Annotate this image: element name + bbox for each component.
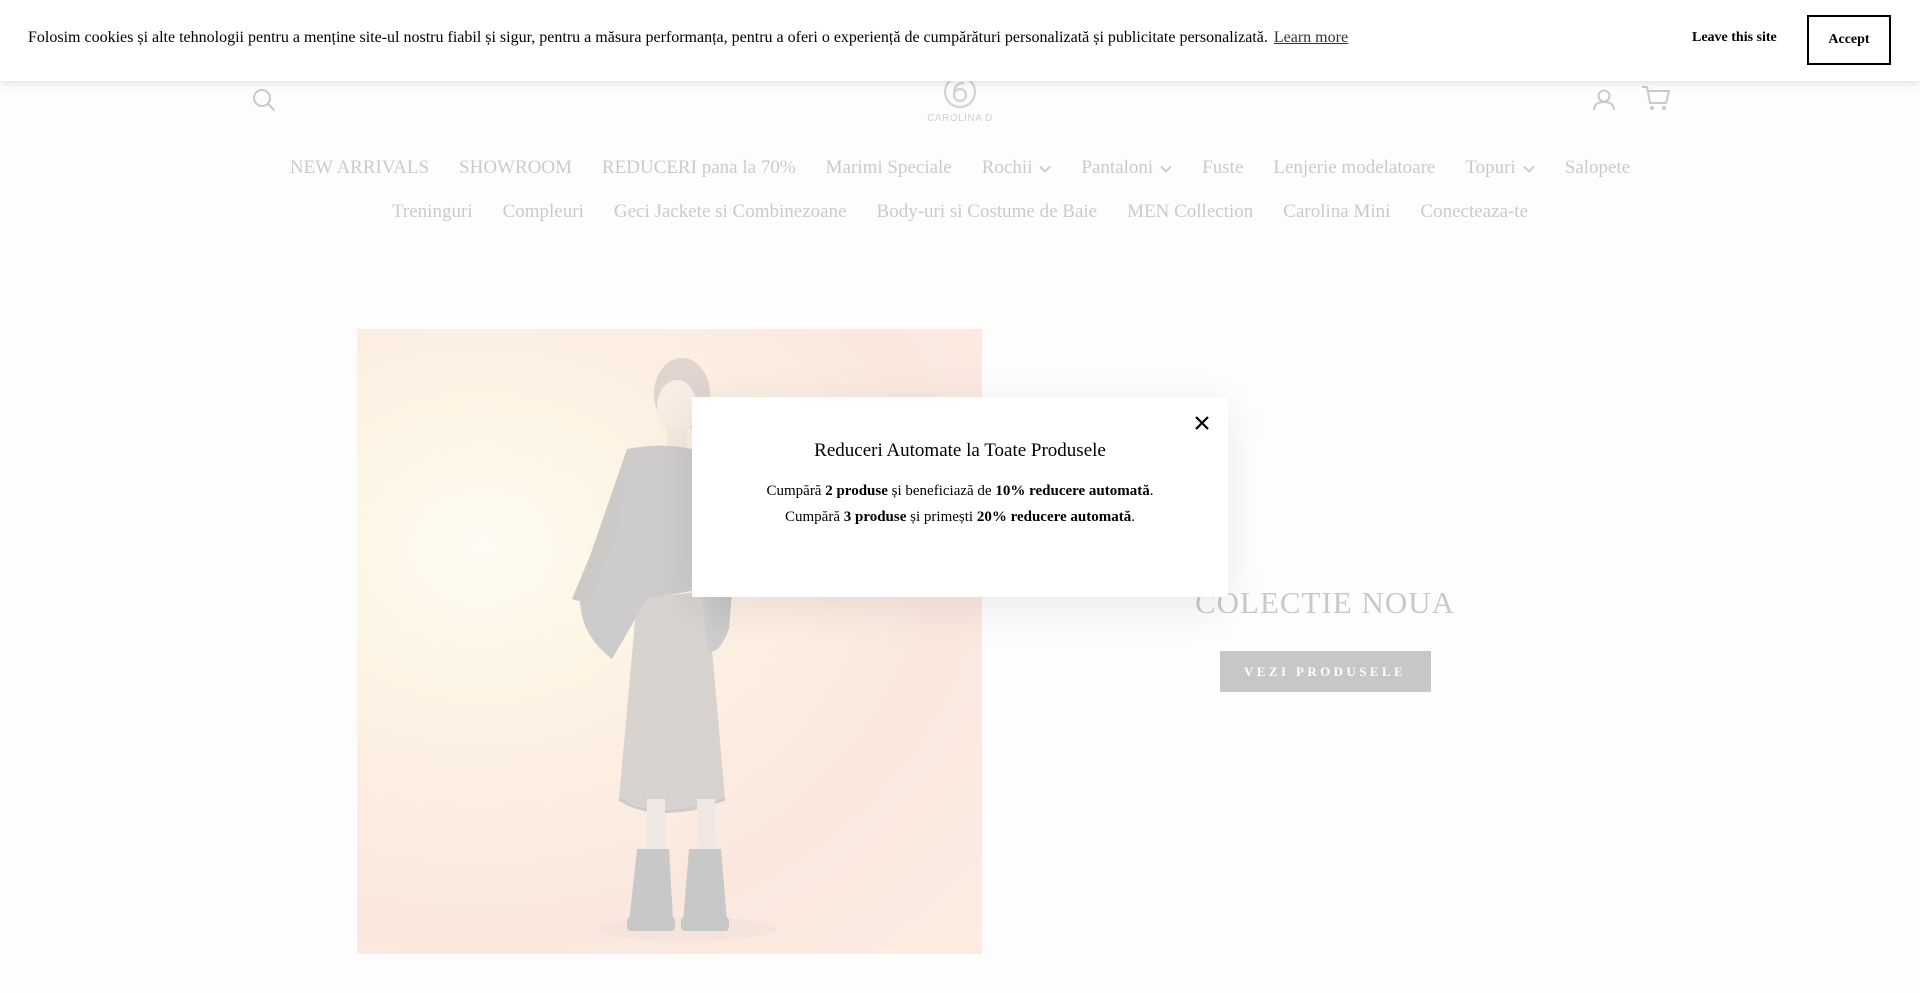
popup-title: Reduceri Automate la Toate Produsele bbox=[814, 440, 1106, 461]
close-icon bbox=[1195, 416, 1209, 430]
discount-popup: Reduceri Automate la Toate Produsele Cum… bbox=[692, 397, 1228, 597]
cookie-consent-bar: Folosim cookies și alte tehnologii pentr… bbox=[0, 0, 1920, 81]
learn-more-link[interactable]: Learn more bbox=[1274, 29, 1348, 46]
cookie-message: Folosim cookies și alte tehnologii pentr… bbox=[28, 29, 1349, 46]
popup-offer-line-1: Cumpără 2 produse și beneficiază de 10% … bbox=[766, 483, 1154, 499]
accept-cookies-button[interactable]: Accept bbox=[1807, 15, 1891, 65]
popup-offer-line-2: Cumpără 3 produse și primești 20% reduce… bbox=[785, 509, 1135, 525]
leave-site-button[interactable]: Leave this site bbox=[1692, 30, 1777, 46]
close-popup-button[interactable] bbox=[1190, 411, 1214, 435]
